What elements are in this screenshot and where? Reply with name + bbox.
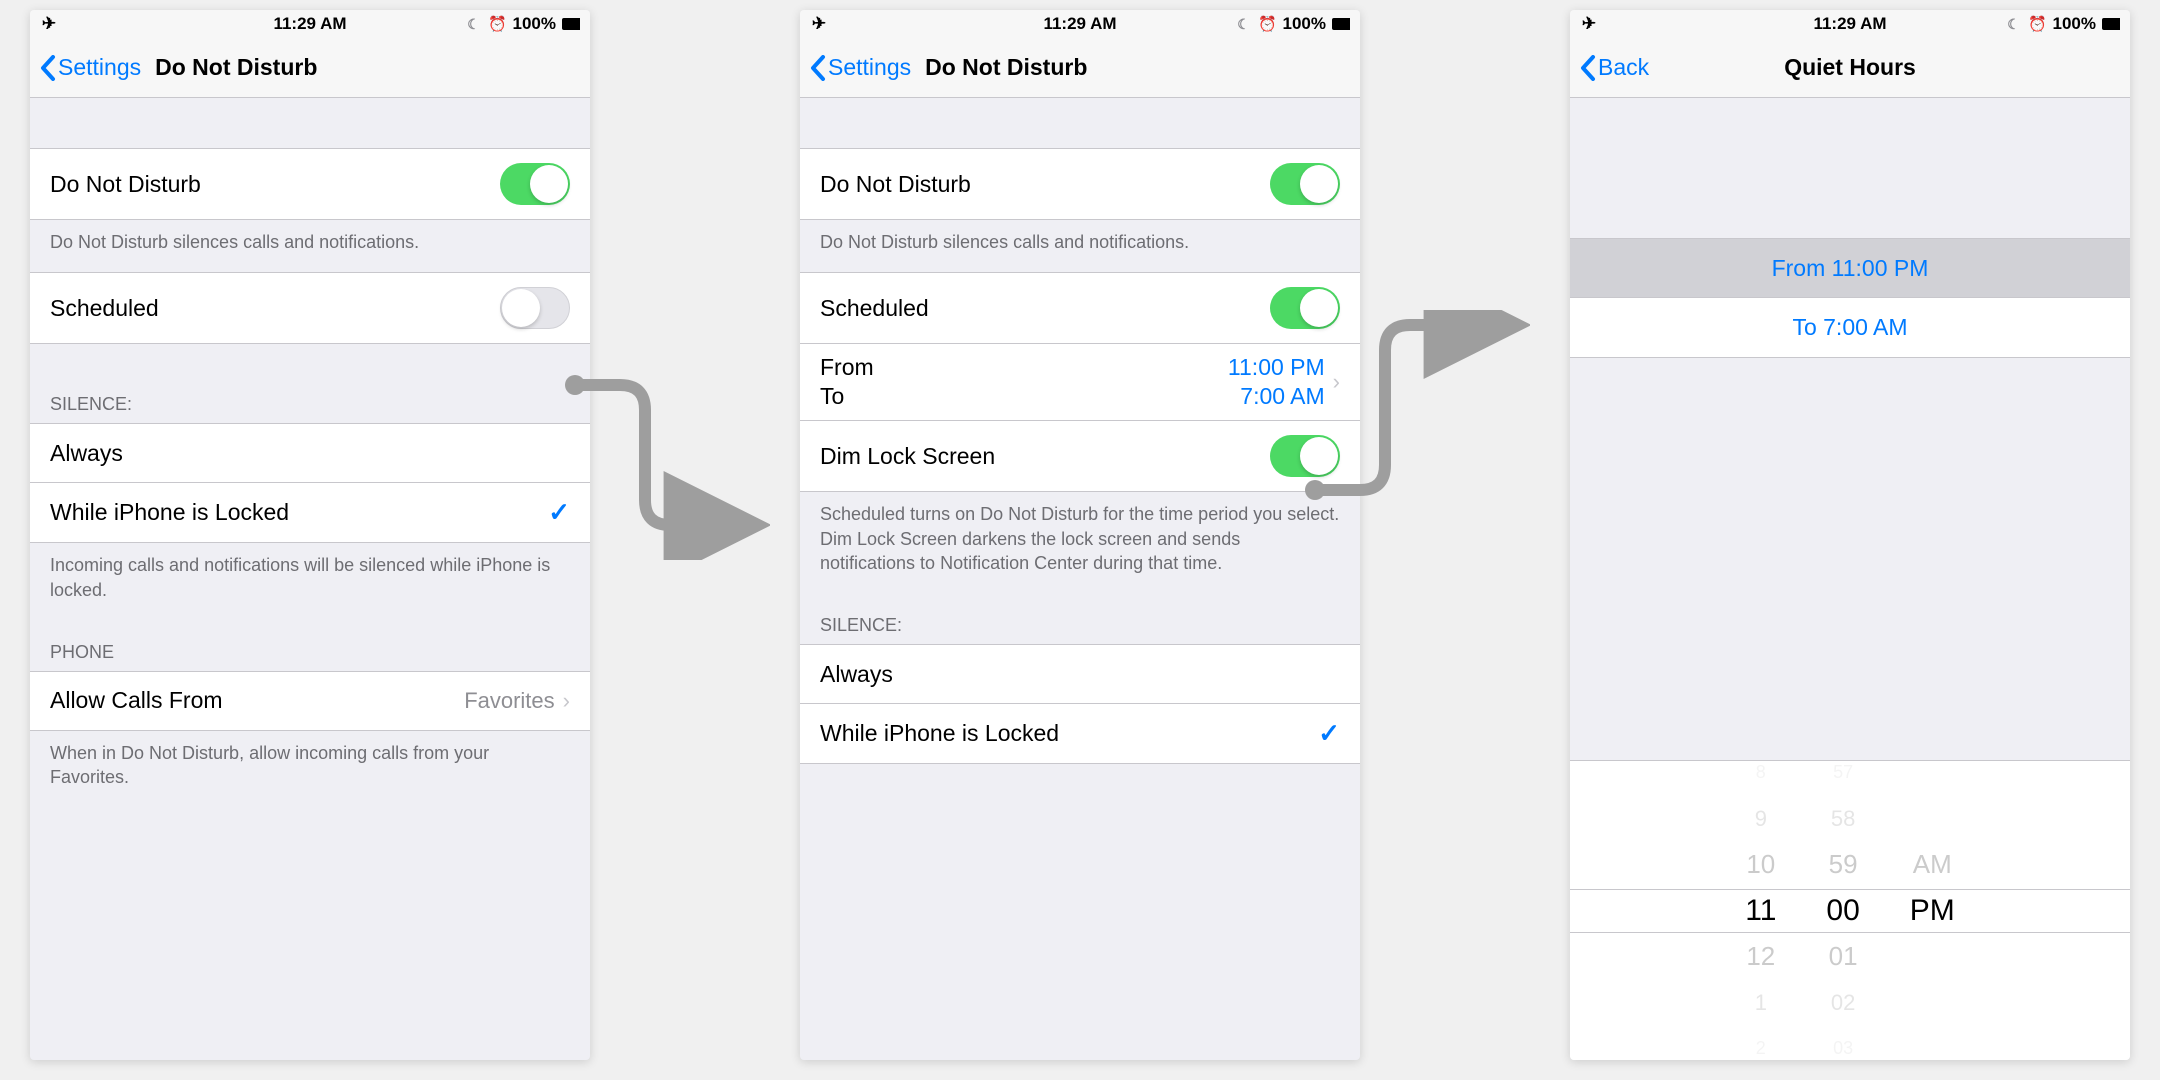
nav-title: Do Not Disturb — [925, 54, 1087, 81]
picker-minute-column[interactable]: 57 58 59 00 01 02 03 — [1826, 752, 1859, 1061]
battery-icon — [2102, 15, 2120, 33]
nav-back-button[interactable]: Settings — [810, 54, 911, 81]
dim-label: Dim Lock Screen — [820, 443, 995, 470]
nav-title: Quiet Hours — [1784, 54, 1916, 81]
alarm-icon: ⏰ — [1259, 15, 1277, 33]
scheduled-toggle[interactable] — [500, 287, 570, 329]
status-bar: ✈︎ 11:29 AM ☾ ⏰ 100% — [800, 10, 1360, 38]
time-picker[interactable]: 8 9 10 11 12 1 2 57 58 59 00 01 02 03 AM — [1570, 760, 2130, 1060]
silence-always-row[interactable]: Always — [800, 644, 1360, 704]
alarm-icon: ⏰ — [2029, 15, 2047, 33]
nav-back-label: Settings — [828, 54, 911, 81]
nav-title: Do Not Disturb — [155, 54, 317, 81]
status-time: 11:29 AM — [273, 14, 346, 34]
scheduled-footer: Scheduled turns on Do Not Disturb for th… — [800, 492, 1360, 593]
status-time: 11:29 AM — [1043, 14, 1116, 34]
always-label: Always — [820, 661, 893, 688]
alarm-icon: ⏰ — [489, 15, 507, 33]
phone-header: PHONE — [30, 620, 590, 671]
to-row-text: To 7:00 AM — [1792, 314, 1907, 341]
silence-always-row[interactable]: Always — [30, 423, 590, 483]
while-locked-label: While iPhone is Locked — [50, 499, 289, 526]
dnd-toggle[interactable] — [500, 163, 570, 205]
to-label: To — [820, 383, 844, 410]
nav-back-button[interactable]: Back — [1580, 54, 1649, 81]
moon-icon: ☾ — [2005, 15, 2023, 33]
status-time: 11:29 AM — [1813, 14, 1886, 34]
scheduled-label: Scheduled — [50, 295, 159, 322]
from-row-text: From 11:00 PM — [1772, 255, 1929, 282]
quiet-to-row[interactable]: To 7:00 AM — [1570, 298, 2130, 358]
phone-screen-3: ✈︎ 11:29 AM ☾ ⏰ 100% Back Quiet Hours Fr… — [1570, 10, 2130, 1060]
airplane-icon: ✈︎ — [1580, 15, 1598, 33]
battery-icon — [562, 15, 580, 33]
scheduled-toggle-row[interactable]: Scheduled — [30, 272, 590, 344]
nav-back-label: Back — [1598, 54, 1649, 81]
dnd-footer: Do Not Disturb silences calls and notifi… — [30, 220, 590, 272]
nav-back-button[interactable]: Settings — [40, 54, 141, 81]
check-icon: ✓ — [1318, 718, 1340, 749]
silence-header: SILENCE: — [800, 593, 1360, 644]
dnd-footer: Do Not Disturb silences calls and notifi… — [800, 220, 1360, 272]
dim-toggle[interactable] — [1270, 435, 1340, 477]
always-label: Always — [50, 440, 123, 467]
moon-icon: ☾ — [465, 15, 483, 33]
dnd-toggle-row[interactable]: Do Not Disturb — [30, 148, 590, 220]
dnd-toggle-row[interactable]: Do Not Disturb — [800, 148, 1360, 220]
schedule-time-row[interactable]: From 11:00 PM To 7:00 AM › — [800, 344, 1360, 421]
check-icon: ✓ — [548, 497, 570, 528]
phone-screen-2: ✈︎ 11:29 AM ☾ ⏰ 100% Settings Do Not Dis… — [800, 10, 1360, 1060]
from-value: 11:00 PM — [1228, 354, 1325, 381]
allow-calls-label: Allow Calls From — [50, 687, 223, 714]
dnd-label: Do Not Disturb — [50, 171, 201, 198]
scheduled-toggle[interactable] — [1270, 287, 1340, 329]
picker-hour-column[interactable]: 8 9 10 11 12 1 2 — [1745, 752, 1776, 1061]
nav-back-label: Settings — [58, 54, 141, 81]
to-value: 7:00 AM — [1240, 383, 1324, 410]
battery-icon — [1332, 15, 1350, 33]
allow-calls-row[interactable]: Allow Calls From Favorites › — [30, 671, 590, 731]
from-label: From — [820, 354, 874, 381]
dim-lock-row[interactable]: Dim Lock Screen — [800, 421, 1360, 492]
battery-text: 100% — [513, 14, 556, 34]
silence-footer: Incoming calls and notifications will be… — [30, 543, 590, 620]
moon-icon: ☾ — [1235, 15, 1253, 33]
status-bar: ✈︎ 11:29 AM ☾ ⏰ 100% — [1570, 10, 2130, 38]
airplane-icon: ✈︎ — [810, 15, 828, 33]
nav-bar: Settings Do Not Disturb — [800, 38, 1360, 98]
dnd-toggle[interactable] — [1270, 163, 1340, 205]
picker-ampm-column[interactable]: AM PM — [1910, 752, 1955, 1061]
scheduled-label: Scheduled — [820, 295, 929, 322]
dnd-label: Do Not Disturb — [820, 171, 971, 198]
phone-screen-1: ✈︎ 11:29 AM ☾ ⏰ 100% Settings Do Not Dis… — [30, 10, 590, 1060]
scheduled-toggle-row[interactable]: Scheduled — [800, 272, 1360, 344]
silence-header: SILENCE: — [30, 344, 590, 423]
status-bar: ✈︎ 11:29 AM ☾ ⏰ 100% — [30, 10, 590, 38]
nav-bar: Settings Do Not Disturb — [30, 38, 590, 98]
while-locked-label: While iPhone is Locked — [820, 720, 1059, 747]
airplane-icon: ✈︎ — [40, 15, 58, 33]
battery-text: 100% — [2053, 14, 2096, 34]
nav-bar: Back Quiet Hours — [1570, 38, 2130, 98]
quiet-from-row[interactable]: From 11:00 PM — [1570, 238, 2130, 298]
silence-locked-row[interactable]: While iPhone is Locked ✓ — [800, 704, 1360, 764]
battery-text: 100% — [1283, 14, 1326, 34]
allow-calls-footer: When in Do Not Disturb, allow incoming c… — [30, 731, 590, 808]
chevron-icon: › — [1333, 369, 1340, 395]
silence-locked-row[interactable]: While iPhone is Locked ✓ — [30, 483, 590, 543]
chevron-icon: › — [563, 688, 570, 714]
allow-calls-value: Favorites — [464, 688, 554, 714]
